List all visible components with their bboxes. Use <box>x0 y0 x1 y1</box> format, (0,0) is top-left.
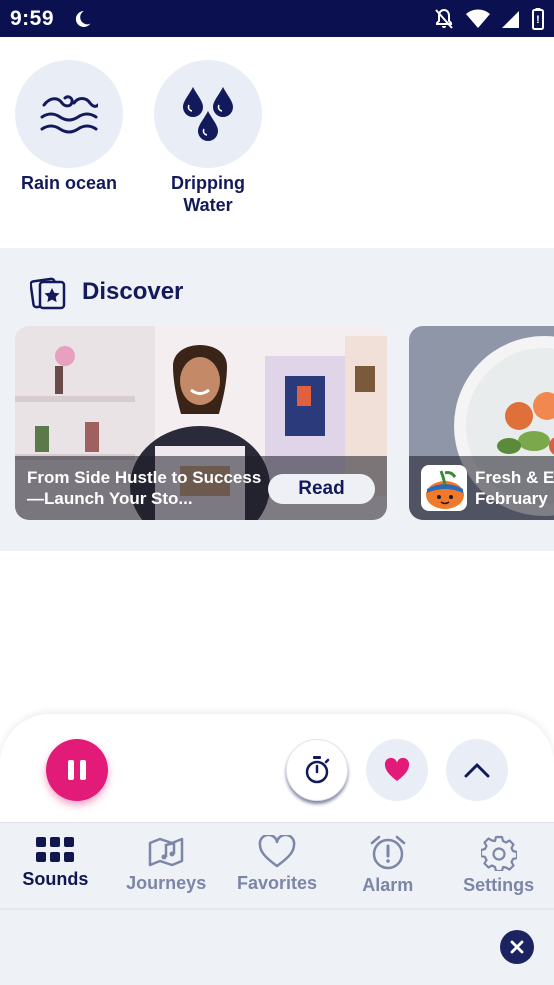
bottom-navigation: Sounds Journeys Favorites Alarm Settings <box>0 822 554 908</box>
sound-label: Rain ocean <box>20 173 118 193</box>
pause-button[interactable] <box>46 739 108 801</box>
card-overlay: Fresh & E February <box>409 456 554 520</box>
nav-item-favorites[interactable]: Favorites <box>222 823 333 908</box>
cellular-signal-icon <box>502 10 519 28</box>
sound-rain-ocean[interactable]: Rain ocean <box>9 60 129 194</box>
svg-text:!: ! <box>536 14 540 26</box>
discover-card[interactable]: From Side Hustle to Success—Launch Your … <box>15 326 387 520</box>
close-ad-button[interactable] <box>500 930 534 964</box>
app-logo-icon <box>421 465 467 511</box>
read-button[interactable]: Read <box>268 474 375 504</box>
ad-banner <box>0 908 554 985</box>
alarm-clock-icon <box>370 835 406 870</box>
discover-card[interactable]: Fresh & E February <box>409 326 554 520</box>
nav-item-sounds[interactable]: Sounds <box>0 823 111 908</box>
pause-icon <box>68 760 86 780</box>
discover-title: Discover <box>82 278 184 305</box>
nav-item-journeys[interactable]: Journeys <box>111 823 222 908</box>
gear-icon <box>480 835 517 871</box>
grid-icon <box>36 837 75 862</box>
favorite-button[interactable] <box>366 739 428 801</box>
expand-player-button[interactable] <box>446 739 508 801</box>
map-music-icon <box>148 837 184 867</box>
battery-icon: ! <box>532 7 544 30</box>
nav-label: Favorites <box>236 873 318 893</box>
water-drops-icon <box>183 87 233 141</box>
nav-item-alarm[interactable]: Alarm <box>332 823 443 908</box>
nav-item-settings[interactable]: Settings <box>443 823 554 908</box>
stopwatch-icon <box>305 756 330 784</box>
nav-label: Settings <box>463 875 535 895</box>
chevron-up-icon <box>464 763 490 778</box>
discover-section: Discover From Side Hustle to Success—Lau… <box>0 248 554 551</box>
player-bar <box>0 714 554 822</box>
nav-label: Sounds <box>22 869 89 889</box>
sound-label: Dripping Water <box>171 173 245 215</box>
card-title: Fresh & E February <box>475 468 554 508</box>
sound-circle[interactable] <box>154 60 262 168</box>
nav-label: Alarm <box>362 875 414 895</box>
waves-icon <box>40 95 98 134</box>
status-bar: 9:59 ! <box>0 0 554 37</box>
status-time: 9:59 <box>10 6 55 30</box>
heart-outline-icon <box>258 835 296 868</box>
do-not-disturb-moon-icon <box>75 10 91 27</box>
wifi-icon <box>466 9 490 28</box>
heart-icon <box>384 757 410 781</box>
sound-dripping-water[interactable]: Dripping Water <box>148 60 268 216</box>
close-icon <box>510 940 524 954</box>
discover-header: Discover <box>30 274 183 310</box>
starred-photos-icon <box>30 277 66 310</box>
card-title: From Side Hustle to Success—Launch Your … <box>27 468 262 508</box>
notifications-off-icon <box>435 8 453 29</box>
nav-label: Journeys <box>126 873 207 893</box>
timer-button[interactable] <box>286 739 348 801</box>
sound-circle[interactable] <box>15 60 123 168</box>
